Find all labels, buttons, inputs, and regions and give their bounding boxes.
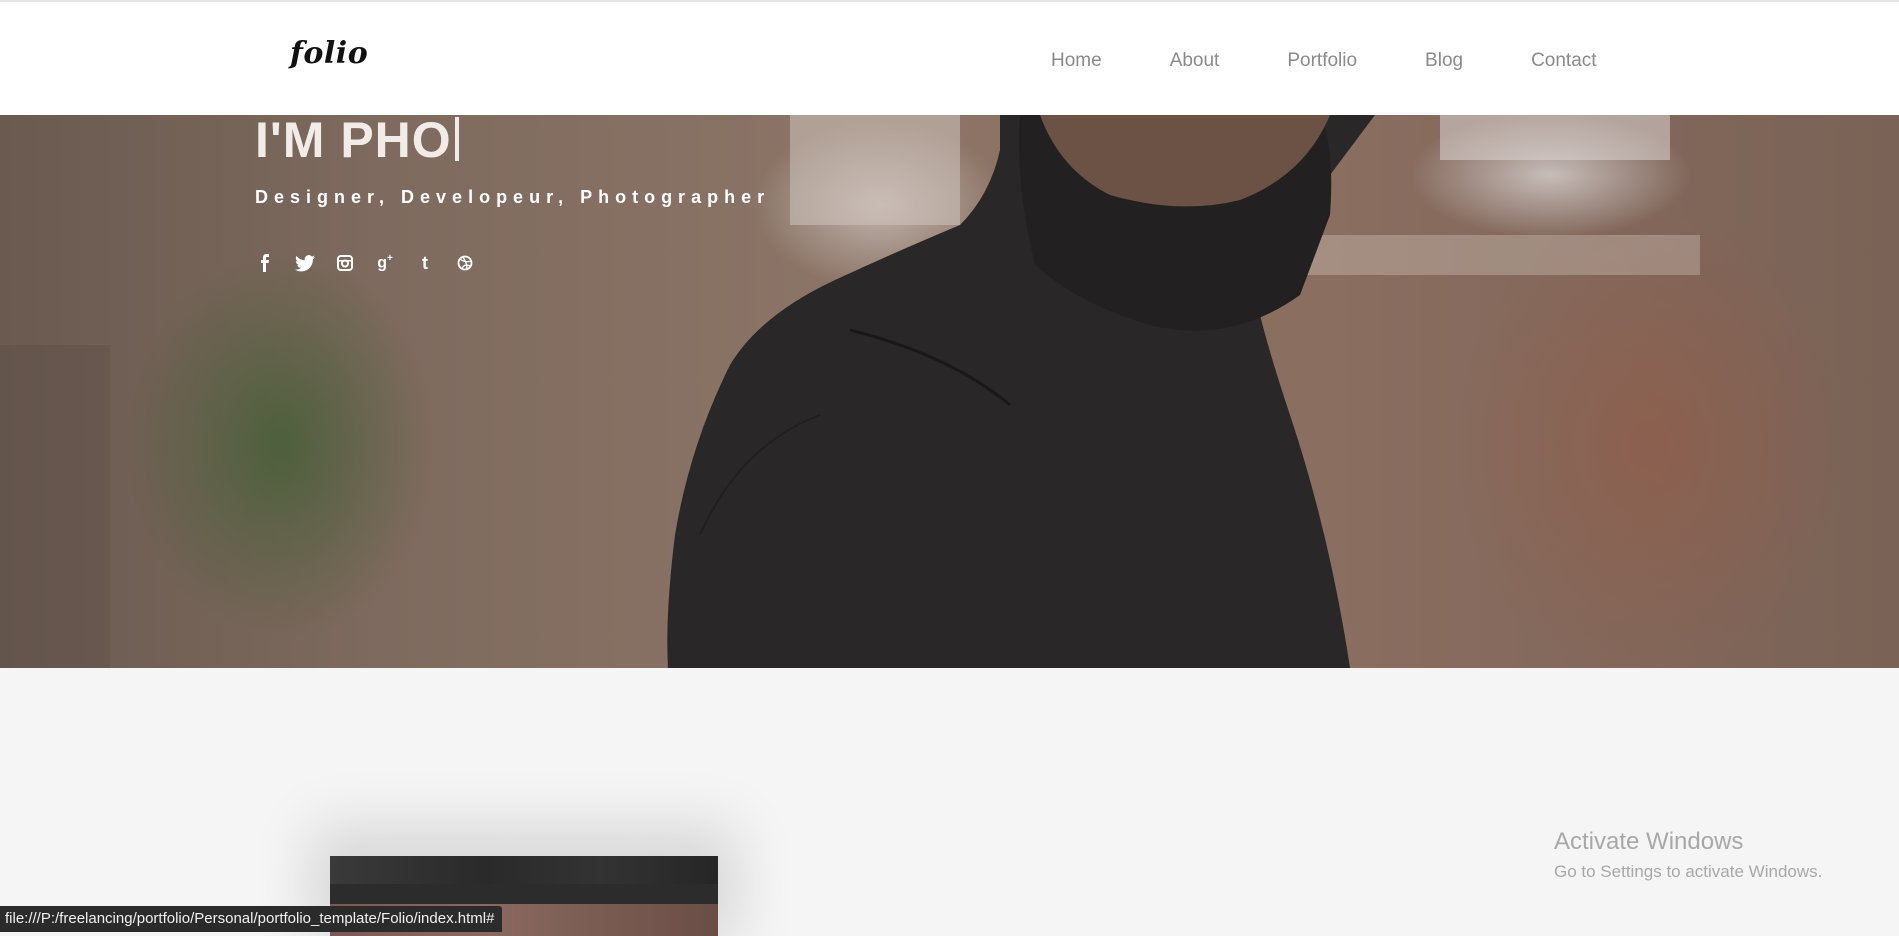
site-logo[interactable]: folio [290, 36, 368, 71]
twitter-icon[interactable] [295, 253, 315, 273]
dribbble-icon[interactable] [455, 253, 475, 273]
hero-subtitle: Designer, Developeur, Photographer [255, 187, 771, 207]
nav-contact[interactable]: Contact [1531, 50, 1596, 72]
hero-section: I'M PHO Designer, Developeur, Photograph… [0, 115, 1899, 668]
tumblr-icon[interactable]: t [415, 253, 435, 273]
nav-about[interactable]: About [1170, 50, 1220, 72]
site-header: folio Home About Portfolio Blog Contact [0, 0, 1899, 115]
nav-home[interactable]: Home [1051, 50, 1102, 72]
status-bar-url: file:///P:/freelancing/portfolio/Persona… [0, 906, 503, 932]
social-links: g+ t [255, 253, 495, 273]
card-image-dark-band [330, 856, 718, 884]
content-section [0, 668, 1899, 936]
hero-title-text: I'M PHO [255, 115, 452, 168]
nav-portfolio[interactable]: Portfolio [1287, 50, 1357, 72]
watermark-subtitle: Go to Settings to activate Windows. [1554, 862, 1823, 881]
main-nav: Home About Portfolio Blog Contact [1051, 50, 1597, 72]
watermark-title: Activate Windows [1554, 828, 1744, 855]
instagram-icon[interactable] [335, 253, 355, 273]
facebook-icon[interactable] [255, 253, 275, 273]
google-plus-icon[interactable]: g+ [375, 253, 395, 273]
hero-title: I'M PHO [255, 115, 459, 169]
activate-windows-watermark: Activate Windows Go to Settings to activ… [1554, 828, 1822, 882]
typing-cursor [454, 117, 459, 161]
nav-blog[interactable]: Blog [1425, 50, 1463, 72]
